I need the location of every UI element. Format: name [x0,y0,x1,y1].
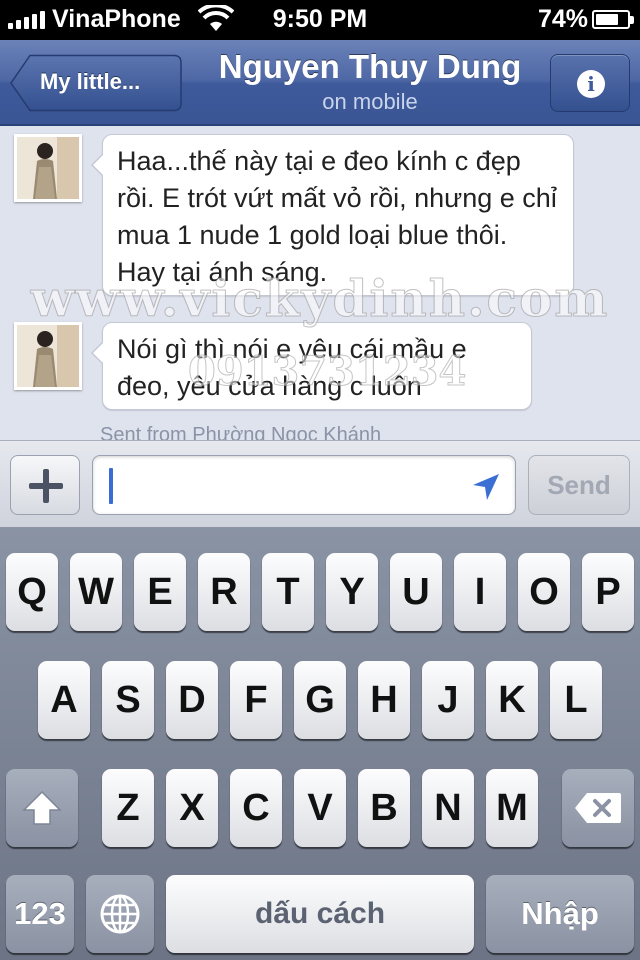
key-f[interactable]: F [230,661,282,739]
avatar[interactable] [14,322,82,390]
space-key[interactable]: dấu cách [166,875,474,953]
shift-arrow-icon [22,790,62,825]
key-q[interactable]: Q [6,553,58,631]
key-c[interactable]: C [230,769,282,847]
info-button[interactable]: i [550,54,630,112]
key-o[interactable]: O [518,553,570,631]
send-button[interactable]: Send [528,455,630,515]
compose-bar: Send [0,440,640,528]
message-text: Nói gì thì nói e yêu cái mầu e đeo, yêu … [117,334,467,401]
bubble-tail [91,153,104,177]
key-e[interactable]: E [134,553,186,631]
message-input[interactable] [93,456,515,514]
text-cursor [109,468,113,504]
key-z[interactable]: Z [102,769,154,847]
avatar[interactable] [14,134,82,202]
message-input-field[interactable] [92,455,516,515]
key-i[interactable]: I [454,553,506,631]
location-arrow-icon[interactable] [471,472,501,502]
key-y[interactable]: Y [326,553,378,631]
key-t[interactable]: T [262,553,314,631]
key-v[interactable]: V [294,769,346,847]
key-g[interactable]: G [294,661,346,739]
keyboard: 123 dấu cách Nhập QWERTYUIOP ASDFGHJKL ZXC… [0,528,640,960]
key-k[interactable]: K [486,661,538,739]
globe-icon [100,894,140,934]
sent-location: Sent from Phường Ngọc Khánh [100,424,382,440]
back-button-label: My little... [40,69,141,94]
add-attachment-button[interactable] [10,455,80,515]
avatar-photo [17,137,79,199]
shift-key[interactable] [6,769,78,847]
key-p[interactable]: P [582,553,634,631]
key-h[interactable]: H [358,661,410,739]
key-w[interactable]: W [70,553,122,631]
info-icon: i [577,70,605,98]
key-d[interactable]: D [166,661,218,739]
key-x[interactable]: X [166,769,218,847]
key-l[interactable]: L [550,661,602,739]
globe-key[interactable] [86,875,154,953]
avatar-photo [17,325,79,387]
key-a[interactable]: A [38,661,90,739]
navigation-bar: My little... Nguyen Thuy Dung on mobile … [0,40,640,126]
backspace-icon [575,793,621,823]
battery-percentage: 74% [537,5,588,33]
delete-key[interactable] [562,769,634,847]
key-s[interactable]: S [102,661,154,739]
bubble-tail [91,341,104,365]
back-button[interactable]: My little... [10,54,182,112]
message-text: Haa...thế này tại e đeo kính c đẹp rồi. … [117,146,557,287]
message-bubble[interactable]: Nói gì thì nói e yêu cái mầu e đeo, yêu … [91,322,532,410]
status-bar: VinaPhone 9:50 PM 74% [0,0,640,40]
message-list[interactable]: Haa...thế này tại e đeo kính c đẹp rồi. … [0,126,640,440]
key-u[interactable]: U [390,553,442,631]
conversation-title: Nguyen Thuy Dung [218,48,522,85]
key-n[interactable]: N [422,769,474,847]
conversation-status: on mobile [322,89,418,114]
battery-icon [592,10,634,29]
return-key[interactable]: Nhập [486,875,634,953]
numbers-key[interactable]: 123 [6,875,74,953]
message-bubble[interactable]: Haa...thế này tại e đeo kính c đẹp rồi. … [91,134,574,296]
key-r[interactable]: R [198,553,250,631]
key-b[interactable]: B [358,769,410,847]
battery-level-fill [596,14,619,25]
key-j[interactable]: J [422,661,474,739]
key-m[interactable]: M [486,769,538,847]
